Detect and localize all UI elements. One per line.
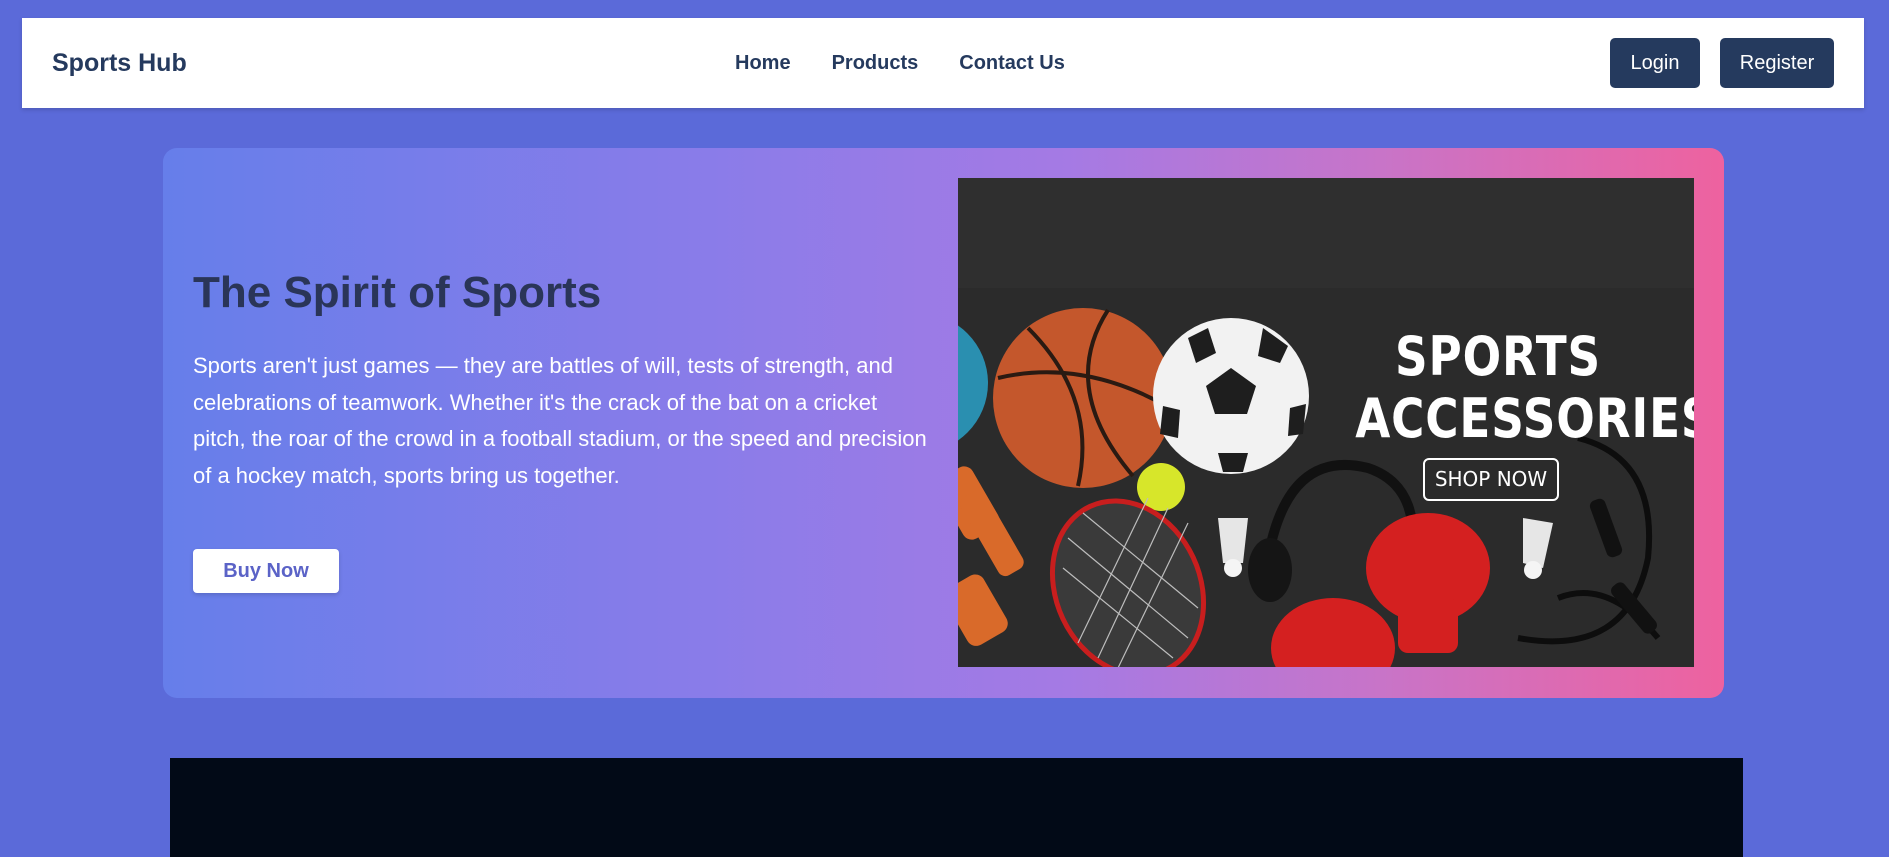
shop-now-button[interactable]: SHOP NOW	[1423, 458, 1559, 501]
nav-actions: Login Register	[1610, 38, 1834, 88]
nav-link-home[interactable]: Home	[735, 52, 791, 75]
hero-text: Sports aren't just games — they are batt…	[193, 353, 927, 488]
brand-logo[interactable]: Sports Hub	[52, 49, 187, 78]
login-button[interactable]: Login	[1610, 38, 1700, 88]
nav-link-products[interactable]: Products	[832, 52, 919, 75]
basketball-icon	[993, 308, 1173, 488]
banner-title: SPORTS ACCESSORIES	[1355, 325, 1694, 450]
navbar: Sports Hub Home Products Contact Us Logi…	[22, 18, 1864, 108]
hero-section: The Spirit of Sports Sports aren't just …	[163, 148, 1724, 698]
blue-ball-icon	[958, 325, 988, 441]
shuttlecock-icon	[1218, 518, 1248, 577]
tennis-ball-icon	[1137, 463, 1185, 511]
dumbbell-icon	[958, 466, 1024, 646]
banner-title-line1: SPORTS	[1394, 325, 1602, 388]
tennis-racket-icon	[1049, 497, 1207, 667]
dark-section	[170, 758, 1743, 857]
nav-links: Home Products Contact Us	[735, 52, 1065, 75]
sports-accessories-banner[interactable]: SPORTS ACCESSORIES SHOP NOW	[958, 178, 1694, 667]
buy-now-button[interactable]: Buy Now	[193, 549, 339, 593]
register-button[interactable]: Register	[1720, 38, 1834, 88]
soccer-ball-icon	[1153, 318, 1309, 474]
hero-title: The Spirit of Sports	[193, 268, 602, 317]
shuttlecock-icon	[1523, 518, 1553, 579]
nav-link-contact[interactable]: Contact Us	[959, 52, 1065, 75]
banner-title-line2: ACCESSORIES	[1355, 387, 1694, 450]
boxing-glove-icon	[1271, 513, 1490, 667]
